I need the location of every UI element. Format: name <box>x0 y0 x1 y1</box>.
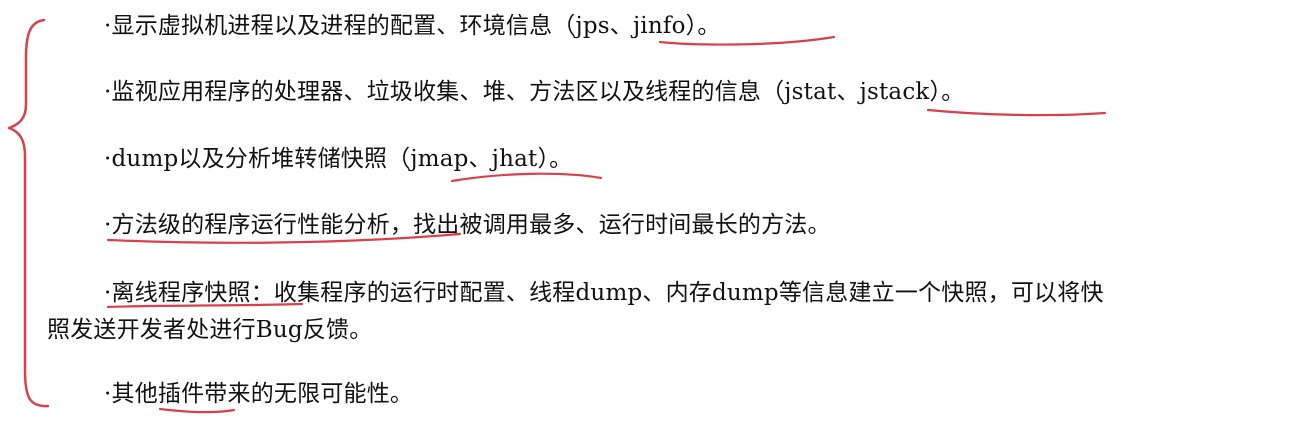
list-item-offline-snapshot-continued: 照发送开发者处进行Bug反馈。 <box>47 317 373 343</box>
list-item-heap-dump: ·dump以及分析堆转储快照（jmap、jhat）。 <box>104 146 573 172</box>
list-item-jvm-process-info: ·显示虚拟机进程以及进程的配置、环境信息（jps、jinfo）。 <box>104 13 721 39</box>
list-item-method-profiling: ·方法级的程序运行性能分析，找出被调用最多、运行时间最长的方法。 <box>104 212 831 238</box>
list-item-offline-snapshot: ·离线程序快照：收集程序的运行时配置、线程dump、内存dump等信息建立一个快… <box>104 280 1104 306</box>
list-item-plugins: ·其他插件带来的无限可能性。 <box>104 381 414 407</box>
document-page: ·显示虚拟机进程以及进程的配置、环境信息（jps、jinfo）。 ·监视应用程序… <box>0 0 1298 428</box>
list-item-monitoring-info: ·监视应用程序的处理器、垃圾收集、堆、方法区以及线程的信息（jstat、jsta… <box>104 79 965 105</box>
